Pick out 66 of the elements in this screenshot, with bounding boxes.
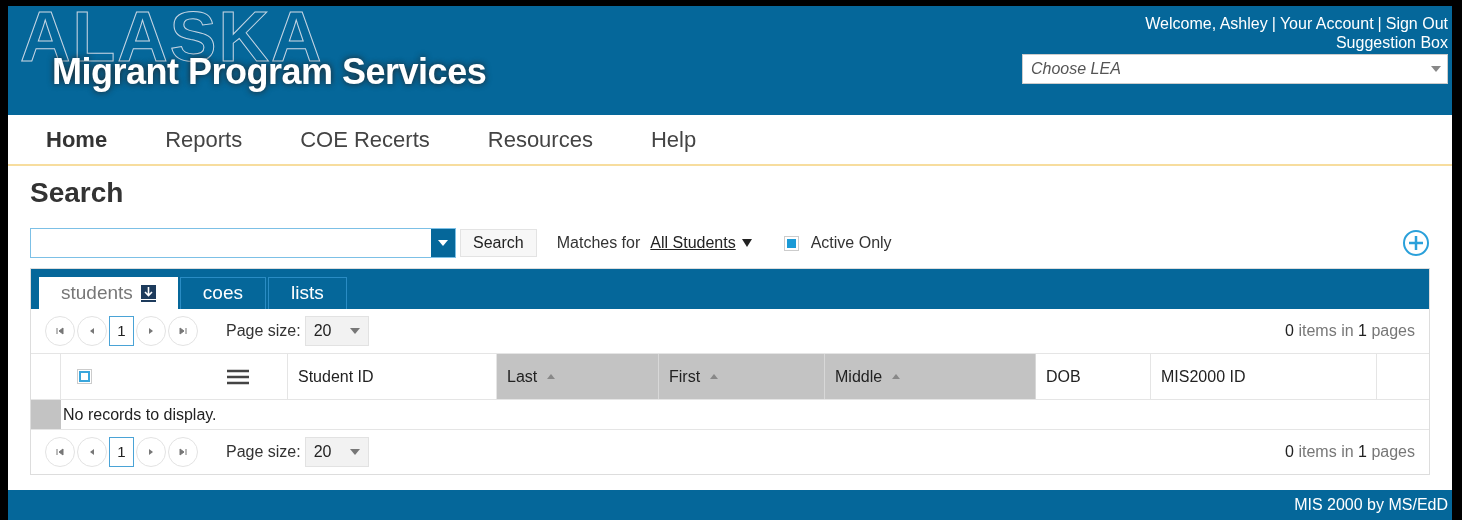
caret-icon: [349, 328, 360, 334]
nav-tab[interactable]: Help: [650, 123, 697, 156]
caret-icon: [1431, 66, 1441, 72]
first-page-button[interactable]: [45, 437, 75, 467]
page-size-label: Page size:: [226, 442, 301, 462]
separator: |: [1271, 14, 1276, 33]
suggestion-box-link[interactable]: Suggestion Box: [1335, 33, 1448, 52]
page-size-select[interactable]: 20: [304, 316, 369, 346]
caret-icon: [349, 449, 360, 455]
sort-arrow-icon: [710, 374, 719, 379]
footer-text: MIS 2000 by MS/EdD: [1294, 495, 1448, 515]
first-page-button[interactable]: [45, 316, 75, 346]
pager-summary: 0 items in 1 pages: [1285, 442, 1415, 462]
nav-tab[interactable]: Resources: [487, 123, 593, 156]
page-size-label: Page size:: [226, 321, 301, 341]
grid-tab[interactable]: students: [39, 277, 178, 309]
page-number-button[interactable]: 1: [109, 316, 134, 346]
search-field[interactable]: [30, 228, 456, 258]
download-icon[interactable]: [140, 284, 156, 302]
next-icon: [148, 327, 154, 335]
column-header[interactable]: First: [659, 354, 825, 399]
page-size-select[interactable]: 20: [304, 437, 369, 467]
nav-tab[interactable]: Home: [46, 123, 108, 156]
last-page-icon: [179, 448, 187, 456]
matches-dropdown[interactable]: All Students: [650, 231, 752, 255]
column-header[interactable]: Middle: [825, 354, 1036, 399]
previous-page-button[interactable]: [77, 316, 107, 346]
last-page-button[interactable]: [168, 316, 198, 346]
pager-summary: 0 items in 1 pages: [1285, 321, 1415, 341]
column-header[interactable]: Last: [497, 354, 659, 399]
last-page-icon: [179, 327, 187, 335]
next-page-button[interactable]: [136, 316, 166, 346]
sort-arrow-icon: [892, 374, 901, 379]
first-page-icon: [56, 448, 64, 456]
active-only-label: Active Only: [810, 233, 892, 253]
first-page-icon: [56, 327, 64, 335]
last-page-button[interactable]: [168, 437, 198, 467]
nav-tab[interactable]: COE Recerts: [300, 123, 430, 156]
column-header[interactable]: MIS2000 ID: [1151, 354, 1377, 399]
checkbox[interactable]: [783, 235, 799, 251]
caret-icon: [741, 239, 752, 247]
welcome-text: Welcome, Ashley: [1145, 14, 1268, 33]
lea-select-placeholder: Choose LEA: [1031, 59, 1121, 79]
empty-message: No records to display.: [62, 405, 217, 425]
next-icon: [148, 448, 154, 456]
matches-label: Matches for: [556, 233, 641, 253]
previous-page-button[interactable]: [77, 437, 107, 467]
page-title: Search: [30, 176, 125, 210]
lea-select[interactable]: Choose LEA: [1022, 54, 1448, 84]
add-icon[interactable]: [1402, 229, 1430, 257]
page-number-button[interactable]: 1: [109, 437, 134, 467]
nav-tab[interactable]: Reports: [165, 123, 243, 156]
column-header[interactable]: DOB: [1036, 354, 1151, 399]
dropdown-toggle[interactable]: [431, 229, 455, 257]
caret-icon: [438, 240, 448, 246]
previous-icon: [89, 327, 95, 335]
separator: |: [1377, 14, 1382, 33]
menu-icon[interactable]: [227, 368, 249, 385]
your-account-link[interactable]: Your Account: [1279, 14, 1374, 33]
checkbox[interactable]: [77, 369, 92, 384]
next-page-button[interactable]: [136, 437, 166, 467]
row-indicator: [31, 400, 61, 429]
sort-arrow-icon: [547, 374, 556, 379]
search-button[interactable]: Search: [460, 229, 537, 257]
previous-icon: [89, 448, 95, 456]
sign-out-link[interactable]: Sign Out: [1385, 14, 1448, 33]
